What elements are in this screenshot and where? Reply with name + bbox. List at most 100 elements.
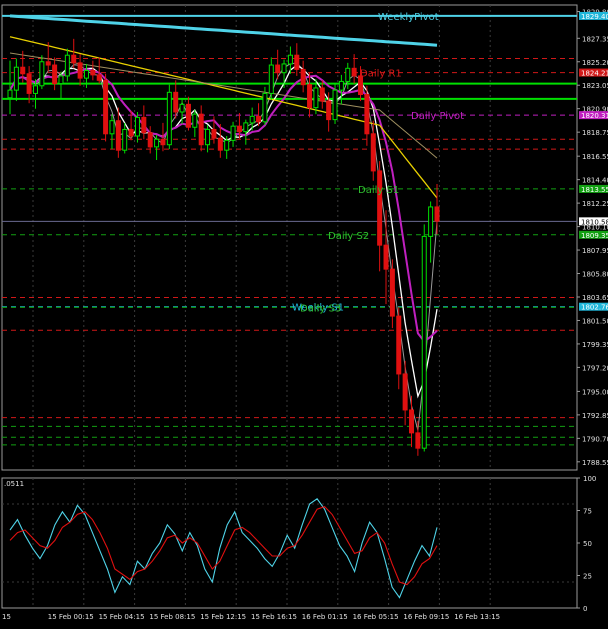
candle-body: [262, 92, 268, 123]
candle-body: [370, 133, 376, 172]
oscillator-label: .0511: [4, 480, 24, 488]
price-tick-label: 1825.20: [582, 59, 608, 67]
candle-body: [377, 170, 383, 246]
candle-body: [83, 69, 89, 79]
price-tick-label: 1795.00: [582, 388, 608, 396]
candle-body: [249, 115, 255, 124]
time-tick-label: 16 Feb 13:15: [454, 613, 500, 621]
time-tick-label: 15 Feb 12:15: [200, 613, 246, 621]
candle-body: [217, 137, 223, 151]
candle-body: [26, 73, 32, 94]
candle-body: [275, 64, 281, 74]
level-label: Daily S2: [328, 231, 369, 242]
price-tag-label: 1802.76: [581, 304, 608, 312]
candle-body: [52, 64, 58, 85]
candle-body: [45, 61, 51, 66]
candle-body: [192, 113, 198, 128]
osc-tick-label: 50: [583, 540, 592, 548]
level-label: Daily R1: [360, 69, 402, 80]
candle-body: [39, 61, 45, 87]
candle-body: [402, 373, 408, 411]
candle-body: [122, 128, 128, 151]
candle-body: [71, 54, 77, 64]
candle-body: [109, 120, 115, 135]
price-tick-label: 1816.55: [582, 153, 608, 161]
candle-body: [383, 244, 389, 270]
candle-body: [319, 87, 325, 102]
price-tag-label: 1829.40: [581, 13, 608, 21]
candle-body: [147, 132, 153, 148]
candle-body: [211, 128, 217, 139]
candle-body: [13, 66, 19, 91]
price-tick-label: 1788.55: [582, 459, 608, 467]
candle-body: [198, 113, 204, 146]
candle-body: [173, 91, 179, 113]
osc-tick-label: 75: [583, 508, 592, 516]
candle-body: [185, 103, 191, 128]
candle-body: [287, 54, 293, 65]
candle-body: [243, 122, 249, 133]
candlestick-chart: WeeklyPivot Daily R1 Daily Pivot Daily S1 Da…: [0, 0, 608, 625]
candle-body: [307, 84, 313, 109]
candle-body: [154, 138, 160, 148]
price-tick-label: 1792.85: [582, 412, 608, 420]
price-tag-label: 1810.58: [581, 218, 608, 226]
candle-body: [313, 87, 319, 109]
price-tick-label: 1818.75: [582, 129, 608, 137]
time-tick-label: 15 Feb 08:15: [149, 613, 195, 621]
candle-body: [415, 432, 421, 449]
price-tick-label: 1799.35: [582, 341, 608, 349]
price-tick-label: 1803.65: [582, 294, 608, 302]
candle-body: [115, 120, 121, 151]
candle-body: [428, 206, 434, 237]
candle-body: [364, 94, 370, 135]
candle-body: [103, 79, 109, 135]
candle-body: [166, 91, 172, 146]
candle-body: [268, 64, 274, 94]
time-tick-label: 15 Feb 04:15: [99, 613, 145, 621]
chart-window: WeeklyPivot Daily R1 Daily Pivot Daily S1 Da…: [0, 0, 608, 625]
candle-body: [300, 68, 306, 86]
candle-body: [332, 89, 338, 121]
candle-body: [224, 139, 230, 151]
candle-body: [90, 69, 96, 76]
level-label: Daily S3: [300, 303, 341, 314]
osc-tick-label: 100: [583, 475, 596, 483]
price-tick-label: 1790.70: [582, 435, 608, 443]
candle-body: [409, 409, 415, 434]
candle-body: [160, 138, 166, 146]
candle-body: [338, 80, 344, 91]
candle-body: [294, 54, 300, 70]
candle-body: [134, 116, 140, 137]
candle-body: [7, 89, 13, 99]
price-tag-label: 1813.55: [581, 186, 608, 194]
osc-tick-label: 0: [583, 605, 587, 613]
level-label: Daily Pivot: [411, 111, 464, 122]
candle-body: [77, 62, 83, 79]
candle-body: [434, 206, 440, 222]
time-tick-label: 15 Feb 16:15: [251, 613, 297, 621]
osc-tick-label: 25: [583, 573, 592, 581]
time-tick-label: 16 Feb 05:15: [353, 613, 399, 621]
time-tick-label: 16 Feb 01:15: [302, 613, 348, 621]
price-tag-label: 1809.35: [581, 232, 608, 240]
candle-body: [256, 115, 262, 123]
candle-body: [58, 75, 64, 85]
candle-body: [396, 315, 402, 375]
candle-body: [281, 63, 287, 74]
price-tick-label: 1801.50: [582, 317, 608, 325]
price-tick-label: 1812.25: [582, 200, 608, 208]
time-tick-label: 15 Feb 00:15: [48, 613, 94, 621]
candle-body: [345, 67, 351, 82]
price-tick-label: 1827.35: [582, 35, 608, 43]
time-axis: 15 15 Feb 00:15 15 Feb 04:15 15 Feb 08:15 15…: [2, 613, 500, 621]
time-tick-label: 16 Feb 09:15: [403, 613, 449, 621]
candle-body: [351, 67, 357, 77]
candle-body: [64, 54, 70, 77]
candle-body: [128, 128, 134, 137]
level-label: Daily S1: [358, 185, 399, 196]
candle-body: [421, 235, 427, 449]
candle-body: [230, 125, 236, 141]
candle-body: [236, 125, 242, 133]
candle-body: [389, 268, 395, 317]
